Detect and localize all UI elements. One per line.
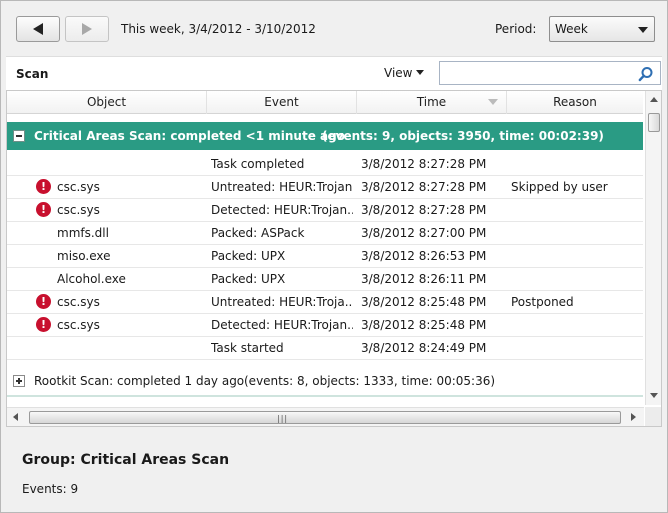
horizontal-scroll-thumb[interactable]: |||: [29, 411, 621, 424]
back-button[interactable]: [16, 16, 60, 42]
cell-object: csc.sys: [57, 203, 100, 217]
warning-icon: !: [36, 179, 51, 194]
table-row[interactable]: ! csc.sys Untreated: HEUR:Troja... 3/8/2…: [7, 291, 643, 314]
vertical-scroll-thumb[interactable]: [648, 113, 660, 132]
cell-object: csc.sys: [57, 318, 100, 332]
period-toolbar: This week, 3/4/2012 - 3/10/2012 Period: …: [6, 11, 662, 47]
vertical-scrollbar[interactable]: [645, 91, 661, 405]
view-label: View: [384, 66, 413, 80]
cell-time: 3/8/2012 8:26:11 PM: [361, 272, 487, 286]
cell-object: mmfs.dll: [57, 226, 109, 240]
scan-header: Scan View: [6, 56, 662, 90]
table-row[interactable]: ! csc.sys Detected: HEUR:Trojan... 3/8/2…: [7, 199, 643, 222]
cell-time: 3/8/2012 8:27:28 PM: [361, 157, 487, 171]
period-range-text: This week, 3/4/2012 - 3/10/2012: [121, 22, 316, 36]
cell-time: 3/8/2012 8:27:00 PM: [361, 226, 487, 240]
cell-event: Detected: HEUR:Trojan...: [211, 203, 353, 217]
column-headers: Object Event Time Reason: [7, 91, 643, 114]
events-grid: Object Event Time Reason Critical Areas …: [6, 90, 662, 427]
cell-event: Packed: UPX: [211, 249, 286, 263]
cell-reason: Postponed: [511, 295, 574, 309]
cell-time: 3/8/2012 8:27:28 PM: [361, 180, 487, 194]
group-divider: [7, 395, 643, 397]
cell-event: Untreated: HEUR:Trojan...: [211, 180, 353, 194]
forward-button[interactable]: [65, 16, 109, 42]
collapse-icon[interactable]: [13, 130, 25, 142]
cell-time: 3/8/2012 8:25:48 PM: [361, 318, 487, 332]
scroll-down-icon[interactable]: [650, 393, 658, 398]
cell-event: Untreated: HEUR:Troja...: [211, 295, 353, 309]
column-header-object[interactable]: Object: [7, 91, 207, 114]
scroll-right-icon[interactable]: [631, 413, 636, 421]
scroll-up-icon[interactable]: [650, 97, 658, 102]
group-header-rootkit-scan[interactable]: Rootkit Scan: completed 1 day ago (event…: [7, 369, 643, 393]
table-row[interactable]: Task started 3/8/2012 8:24:49 PM: [7, 337, 643, 360]
period-select-value: Week: [555, 22, 588, 36]
cell-time: 3/8/2012 8:24:49 PM: [361, 341, 487, 355]
cell-event: Detected: HEUR:Trojan...: [211, 318, 353, 332]
details-group-title: Group: Critical Areas Scan: [22, 452, 230, 468]
cell-object: csc.sys: [57, 180, 100, 194]
group-stats: (events: 8, objects: 1333, time: 00:05:3…: [244, 374, 496, 388]
column-header-time[interactable]: Time: [357, 91, 507, 114]
expand-icon[interactable]: [13, 375, 25, 387]
column-header-time-label: Time: [416, 95, 447, 109]
app-window: This week, 3/4/2012 - 3/10/2012 Period: …: [0, 0, 668, 513]
arrow-right-icon: [82, 23, 92, 35]
group-stats: (events: 9, objects: 3950, time: 00:02:3…: [322, 129, 604, 143]
table-row[interactable]: miso.exe Packed: UPX 3/8/2012 8:26:53 PM: [7, 245, 643, 268]
scrollbar-corner: [645, 407, 661, 426]
chevron-down-icon: [416, 70, 425, 75]
warning-icon: !: [36, 294, 51, 309]
cell-reason: Skipped by user: [511, 180, 608, 194]
period-label: Period:: [495, 22, 537, 36]
view-menu-button[interactable]: View: [384, 66, 425, 80]
event-rows: Task completed 3/8/2012 8:27:28 PM ! csc…: [7, 153, 643, 360]
arrow-left-icon: [33, 23, 43, 35]
table-row[interactable]: ! csc.sys Detected: HEUR:Trojan... 3/8/2…: [7, 314, 643, 337]
cell-time: 3/8/2012 8:25:48 PM: [361, 295, 487, 309]
cell-event: Packed: ASPack: [211, 226, 305, 240]
cell-object: miso.exe: [57, 249, 111, 263]
column-header-reason[interactable]: Reason: [507, 91, 643, 114]
table-row[interactable]: ! csc.sys Untreated: HEUR:Trojan... 3/8/…: [7, 176, 643, 199]
table-row[interactable]: mmfs.dll Packed: ASPack 3/8/2012 8:27:00…: [7, 222, 643, 245]
cell-time: 3/8/2012 8:26:53 PM: [361, 249, 487, 263]
cell-object: csc.sys: [57, 295, 100, 309]
chevron-down-icon: [638, 27, 648, 33]
table-row[interactable]: Alcohol.exe Packed: UPX 3/8/2012 8:26:11…: [7, 268, 643, 291]
details-events-count: Events: 9: [22, 482, 79, 496]
search-input[interactable]: [439, 61, 661, 85]
cell-event: Task completed: [211, 157, 305, 171]
search-icon[interactable]: [638, 66, 654, 82]
group-title: Rootkit Scan: completed 1 day ago: [34, 374, 245, 388]
scan-title: Scan: [16, 67, 49, 81]
group-title: Critical Areas Scan: completed <1 minute…: [34, 129, 345, 143]
sort-indicator-icon: [488, 99, 498, 105]
horizontal-scrollbar[interactable]: |||: [7, 407, 644, 426]
group-header-critical-areas[interactable]: Critical Areas Scan: completed <1 minute…: [7, 122, 643, 150]
cell-object: Alcohol.exe: [57, 272, 126, 286]
grip-icon: |||: [277, 414, 289, 423]
column-header-event[interactable]: Event: [207, 91, 357, 114]
cell-time: 3/8/2012 8:27:28 PM: [361, 203, 487, 217]
cell-event: Packed: UPX: [211, 272, 286, 286]
scroll-left-icon[interactable]: [13, 413, 18, 421]
warning-icon: !: [36, 202, 51, 217]
warning-icon: !: [36, 317, 51, 332]
cell-event: Task started: [211, 341, 284, 355]
table-row[interactable]: Task completed 3/8/2012 8:27:28 PM: [7, 153, 643, 176]
period-select[interactable]: Week: [549, 16, 655, 42]
